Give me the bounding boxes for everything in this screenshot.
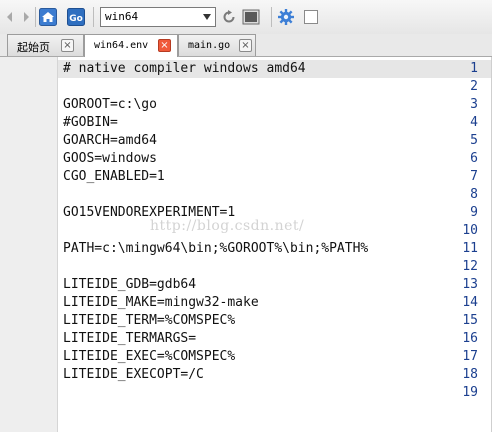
code-line[interactable]: # native compiler windows amd64 [63, 60, 306, 78]
line-number: 4 [470, 115, 478, 130]
line-number: 5 [470, 133, 478, 148]
line-number-gutter [0, 57, 58, 432]
line-number: 14 [462, 295, 478, 310]
tab-main-go[interactable]: main.go × [178, 34, 256, 56]
line-number: 11 [462, 241, 478, 256]
line-number: 2 [470, 79, 478, 94]
tab-label: 起始页 [17, 41, 50, 54]
code-line[interactable]: LITEIDE_MAKE=mingw32-make [63, 294, 259, 312]
close-icon[interactable]: × [239, 39, 252, 52]
line-number: 16 [462, 331, 478, 346]
tab-start-page[interactable]: 起始页 × [7, 34, 84, 56]
tab-bar: 起始页 × win64.env × main.go × [0, 34, 492, 57]
tab-label: win64.env [94, 40, 149, 51]
panel-icon[interactable] [242, 8, 260, 26]
tab-win64-env[interactable]: win64.env × [84, 34, 178, 57]
build-config-value: win64 [105, 10, 139, 23]
line-number: 7 [470, 169, 478, 184]
gear-icon[interactable] [277, 8, 295, 26]
line-number: 17 [462, 349, 478, 364]
checkbox-icon[interactable] [302, 8, 320, 26]
tab-label: main.go [188, 40, 231, 51]
code-line[interactable]: LITEIDE_EXECOPT=/C [63, 366, 204, 384]
go-icon[interactable]: Go [67, 8, 85, 26]
line-number: 12 [462, 259, 478, 274]
svg-text:Go: Go [69, 14, 83, 24]
code-line[interactable]: GOARCH=amd64 [63, 132, 157, 150]
line-number: 9 [470, 205, 478, 220]
code-line[interactable]: #GOBIN= [63, 114, 118, 132]
home-icon[interactable] [39, 8, 57, 26]
code-line[interactable]: GOOS=windows [63, 150, 157, 168]
line-number: 15 [462, 313, 478, 328]
line-number: 8 [470, 187, 478, 202]
toolbar-separator [93, 7, 94, 27]
code-line[interactable]: CGO_ENABLED=1 [63, 168, 165, 186]
build-config-select[interactable]: win64 [100, 7, 216, 27]
code-line[interactable]: PATH=c:\mingw64\bin;%GOROOT%\bin;%PATH% [63, 240, 368, 258]
toolbar: Go win64 [0, 0, 492, 35]
code-line[interactable]: LITEIDE_TERM=%COMSPEC% [63, 312, 235, 330]
line-number: 6 [470, 151, 478, 166]
line-number: 19 [462, 385, 478, 400]
toolbar-separator [271, 7, 272, 27]
code-line[interactable]: LITEIDE_GDB=gdb64 [63, 276, 196, 294]
refresh-icon[interactable] [220, 8, 238, 26]
line-number: 10 [462, 223, 478, 238]
code-line[interactable]: LITEIDE_EXEC=%COMSPEC% [63, 348, 235, 366]
code-line[interactable]: LITEIDE_TERMARGS= [63, 330, 196, 348]
line-number: 13 [462, 277, 478, 292]
line-number: 3 [470, 97, 478, 112]
watermark-text: http://blog.csdn.net/ [150, 218, 305, 234]
forward-arrow-icon[interactable] [17, 8, 35, 26]
code-line[interactable]: GOROOT=c:\go [63, 96, 157, 114]
chevron-down-icon [203, 14, 211, 20]
close-icon[interactable]: × [61, 39, 74, 52]
code-editor[interactable]: 1 2 3 4 5 6 7 8 9 10 11 12 13 14 15 16 1… [0, 57, 492, 432]
close-icon[interactable]: × [158, 39, 171, 52]
line-number: 1 [470, 61, 478, 76]
toolbar-separator [35, 7, 36, 27]
line-number: 18 [462, 367, 478, 382]
